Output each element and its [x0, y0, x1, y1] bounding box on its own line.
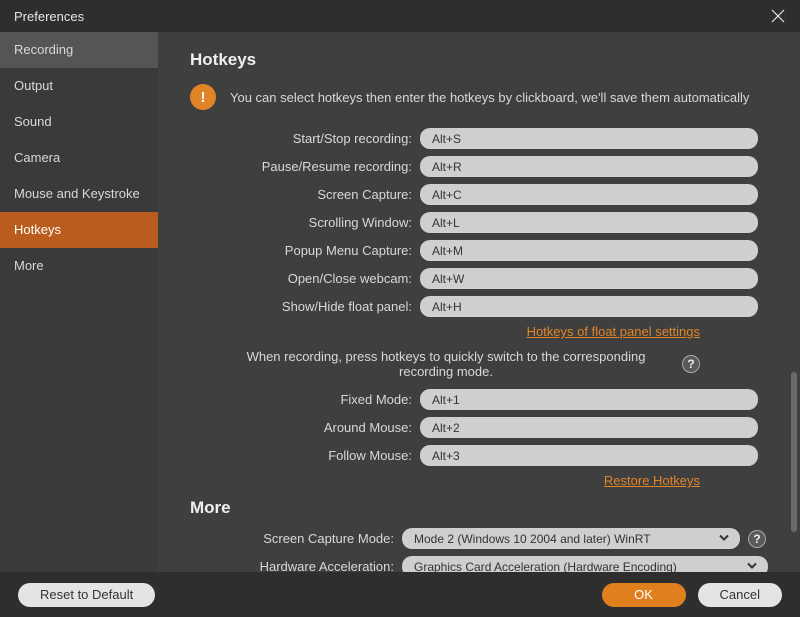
hotkeys-hint: You can select hotkeys then enter the ho…	[230, 90, 749, 105]
footer: Reset to Default OK Cancel	[0, 572, 800, 617]
select-hw-accel[interactable]: Graphics Card Acceleration (Hardware Enc…	[402, 556, 768, 572]
titlebar: Preferences	[0, 0, 800, 32]
label-screen-capture: Screen Capture:	[190, 187, 420, 202]
select-screen-cap-mode[interactable]: Mode 2 (Windows 10 2004 and later) WinRT	[402, 528, 740, 549]
ok-button[interactable]: OK	[602, 583, 686, 607]
label-screen-cap-mode: Screen Capture Mode:	[190, 531, 402, 546]
sidebar-item-mouse-keystroke[interactable]: Mouse and Keystroke	[0, 176, 158, 212]
label-follow-mouse: Follow Mouse:	[190, 448, 420, 463]
cancel-button[interactable]: Cancel	[698, 583, 782, 607]
input-start-stop[interactable]	[420, 128, 758, 149]
label-pause-resume: Pause/Resume recording:	[190, 159, 420, 174]
link-restore-hotkeys[interactable]: Restore Hotkeys	[604, 473, 700, 488]
label-webcam: Open/Close webcam:	[190, 271, 420, 286]
label-popup-menu: Popup Menu Capture:	[190, 243, 420, 258]
reset-to-default-button[interactable]: Reset to Default	[18, 583, 155, 607]
input-screen-capture[interactable]	[420, 184, 758, 205]
window-title: Preferences	[14, 9, 84, 24]
input-popup-menu[interactable]	[420, 240, 758, 261]
sidebar-item-output[interactable]: Output	[0, 68, 158, 104]
sidebar-item-sound[interactable]: Sound	[0, 104, 158, 140]
help-icon[interactable]: ?	[682, 355, 700, 373]
input-fixed-mode[interactable]	[420, 389, 758, 410]
more-heading: More	[190, 498, 768, 518]
exclamation-icon: !	[190, 84, 216, 110]
label-hw-accel: Hardware Acceleration:	[190, 559, 402, 572]
input-float-panel[interactable]	[420, 296, 758, 317]
sidebar-item-more[interactable]: More	[0, 248, 158, 284]
help-icon[interactable]: ?	[748, 530, 766, 548]
label-start-stop: Start/Stop recording:	[190, 131, 420, 146]
scrollbar-thumb[interactable]	[791, 372, 797, 532]
label-float-panel: Show/Hide float panel:	[190, 299, 420, 314]
input-pause-resume[interactable]	[420, 156, 758, 177]
sidebar-item-hotkeys[interactable]: Hotkeys	[0, 212, 158, 248]
label-scrolling-window: Scrolling Window:	[190, 215, 420, 230]
link-float-panel-settings[interactable]: Hotkeys of float panel settings	[527, 324, 700, 339]
sidebar-item-recording[interactable]: Recording	[0, 32, 158, 68]
scrollbar[interactable]	[790, 32, 798, 572]
sidebar-item-camera[interactable]: Camera	[0, 140, 158, 176]
close-icon[interactable]	[770, 8, 786, 24]
input-follow-mouse[interactable]	[420, 445, 758, 466]
mode-hint: When recording, press hotkeys to quickly…	[190, 349, 672, 379]
label-fixed-mode: Fixed Mode:	[190, 392, 420, 407]
input-around-mouse[interactable]	[420, 417, 758, 438]
input-webcam[interactable]	[420, 268, 758, 289]
content-pane: Hotkeys ! You can select hotkeys then en…	[158, 32, 800, 572]
label-around-mouse: Around Mouse:	[190, 420, 420, 435]
sidebar: Recording Output Sound Camera Mouse and …	[0, 32, 158, 572]
input-scrolling-window[interactable]	[420, 212, 758, 233]
hotkeys-heading: Hotkeys	[190, 50, 768, 70]
